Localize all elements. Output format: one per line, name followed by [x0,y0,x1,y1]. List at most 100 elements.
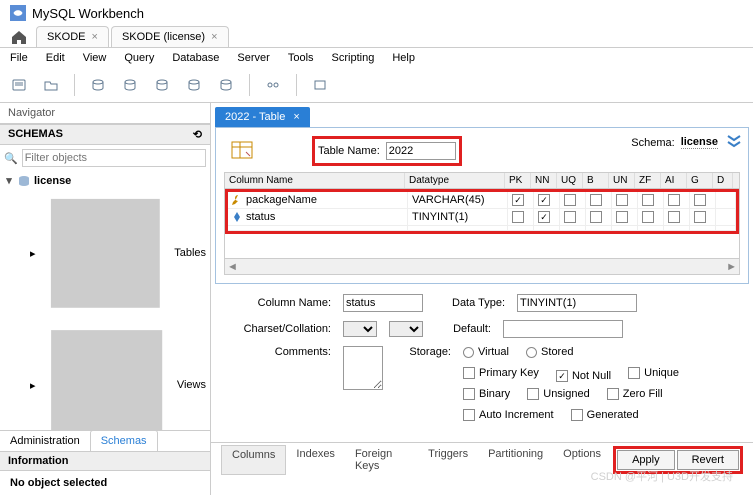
open-sql-icon[interactable] [38,72,64,98]
menubar: File Edit View Query Database Server Too… [0,48,753,68]
tab-label: SKODE (license) [122,31,205,43]
zf-checkbox[interactable] [642,211,654,223]
collapse-chevron-icon[interactable] [726,134,742,151]
schema-label: Schema: [631,137,674,149]
collapse-icon[interactable]: ▾ [4,174,14,187]
tb-icon-6[interactable] [181,72,207,98]
pk-checkbox[interactable] [512,211,524,223]
tb-icon-9[interactable] [307,72,333,98]
tab-schemas[interactable]: Schemas [90,430,158,451]
tab-triggers[interactable]: Triggers [418,445,478,475]
bin-check[interactable] [463,388,475,400]
tree-db-license[interactable]: ▾ license [4,173,206,188]
schema-value: license [681,136,718,149]
menu-server[interactable]: Server [237,52,269,64]
close-icon[interactable]: × [92,31,98,43]
table-name-input[interactable] [386,142,456,160]
tab-partitioning[interactable]: Partitioning [478,445,553,475]
tb-icon-4[interactable] [117,72,143,98]
editor-tab-label: 2022 - Table [225,111,285,123]
ai-checkbox[interactable] [668,211,680,223]
schemas-header: SCHEMAS [8,128,63,141]
ai-check[interactable] [463,409,475,421]
data-type-input[interactable] [517,294,637,312]
revert-button[interactable]: Revert [677,450,739,470]
default-label: Default: [435,323,491,335]
table-name-label: Table Name: [318,145,380,157]
column-name-input[interactable] [343,294,423,312]
h-scrollbar[interactable]: ◄► [225,258,739,274]
filter-input[interactable] [22,149,206,167]
close-icon[interactable]: × [293,111,299,123]
schemas-refresh-icon[interactable]: ⟲ [193,128,202,141]
new-sql-tab-icon[interactable] [6,72,32,98]
tb-icon-3[interactable] [85,72,111,98]
home-icon[interactable] [10,28,28,46]
uq-checkbox[interactable] [564,211,576,223]
tab-foreign-keys[interactable]: Foreign Keys [345,445,418,475]
connection-tab-skode-license[interactable]: SKODE (license) × [111,26,229,47]
menu-query[interactable]: Query [124,52,154,64]
menu-tools[interactable]: Tools [288,52,314,64]
connection-tab-skode[interactable]: SKODE × [36,26,109,47]
tb-icon-8[interactable] [260,72,286,98]
menu-file[interactable]: File [10,52,28,64]
no-object-label: No object selected [0,471,210,495]
default-input[interactable] [503,320,623,338]
uq-check[interactable] [628,367,640,379]
expand-icon[interactable]: ▸ [30,247,36,260]
tab-label: SKODE [47,31,86,43]
menu-edit[interactable]: Edit [46,52,65,64]
tree-views[interactable]: ▸Views [4,319,206,430]
zf-checkbox[interactable] [642,194,654,206]
nn-checkbox[interactable] [538,211,550,223]
nn-check[interactable] [556,370,568,382]
un-checkbox[interactable] [616,211,628,223]
stored-radio[interactable] [526,347,537,358]
tab-administration[interactable]: Administration [0,431,90,451]
information-header: Information [0,451,210,471]
col-type: TINYINT(1) [408,209,508,226]
app-title: MySQL Workbench [32,6,144,21]
tab-indexes[interactable]: Indexes [286,445,345,475]
ai-checkbox[interactable] [668,194,680,206]
collation-select[interactable] [389,321,423,337]
menu-view[interactable]: View [83,52,107,64]
col-name: status [246,211,275,223]
charset-select[interactable] [343,321,377,337]
navigator-label: Navigator [0,103,210,124]
menu-database[interactable]: Database [172,52,219,64]
un-checkbox[interactable] [616,194,628,206]
watermark: CSDN @平河 | U3D开发支持 [591,468,733,484]
g-checkbox[interactable] [694,211,706,223]
col-name: packageName [246,194,317,206]
column-name-label: Column Name: [231,297,331,309]
tree-tables[interactable]: ▸Tables [4,188,206,319]
editor-tab[interactable]: 2022 - Table × [215,107,310,127]
un-check[interactable] [527,388,539,400]
tb-icon-5[interactable] [149,72,175,98]
tb-icon-7[interactable] [213,72,239,98]
b-checkbox[interactable] [590,211,602,223]
comments-label: Comments: [231,346,331,358]
menu-help[interactable]: Help [392,52,415,64]
column-row[interactable]: status TINYINT(1) [228,209,736,226]
comments-input[interactable] [343,346,383,390]
gen-check[interactable] [571,409,583,421]
uq-checkbox[interactable] [564,194,576,206]
zf-check[interactable] [607,388,619,400]
expand-icon[interactable]: ▸ [30,379,36,392]
b-checkbox[interactable] [590,194,602,206]
storage-label: Storage: [395,346,451,358]
pk-checkbox[interactable] [512,194,524,206]
g-checkbox[interactable] [694,194,706,206]
virtual-radio[interactable] [463,347,474,358]
column-row-empty[interactable] [228,226,736,231]
nn-checkbox[interactable] [538,194,550,206]
close-icon[interactable]: × [211,31,217,43]
pk-check[interactable] [463,367,475,379]
apply-button[interactable]: Apply [617,450,675,470]
column-row[interactable]: packageName VARCHAR(45) [228,192,736,209]
menu-scripting[interactable]: Scripting [332,52,375,64]
tab-columns[interactable]: Columns [221,445,286,475]
